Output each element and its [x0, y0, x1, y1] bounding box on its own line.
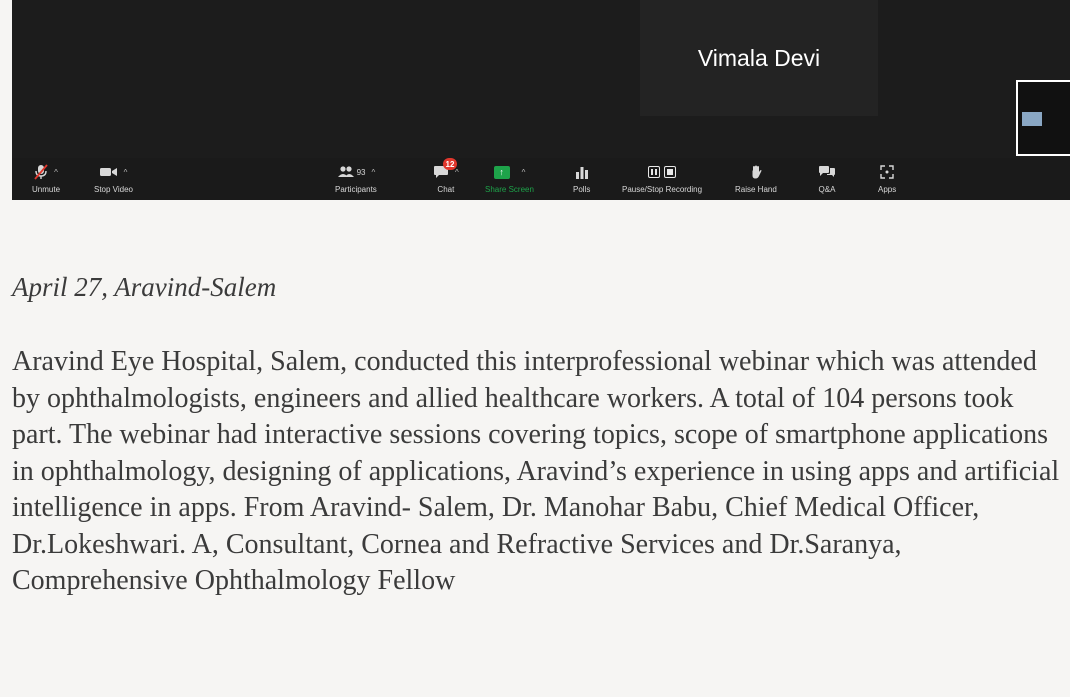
chevron-up-icon[interactable]: ^	[124, 168, 128, 177]
pause-stop-recording-button[interactable]: Pause/Stop Recording	[622, 162, 702, 200]
chat-label: Chat	[437, 185, 455, 194]
polls-button[interactable]: Polls	[573, 162, 590, 200]
muted-mic-icon	[34, 164, 48, 180]
raise-hand-label: Raise Hand	[735, 185, 777, 194]
chat-badge: 12	[443, 158, 457, 170]
participants-button[interactable]: 93 ^ Participants	[335, 162, 377, 200]
unmute-button[interactable]: ^ Unmute	[32, 162, 60, 200]
qa-icon	[819, 166, 835, 177]
thumbnail-image	[1022, 112, 1042, 126]
pause-icon[interactable]	[648, 166, 661, 178]
stop-video-button[interactable]: ^ Stop Video	[94, 162, 133, 200]
participants-count: 93	[356, 167, 366, 177]
raise-hand-button[interactable]: Raise Hand	[735, 162, 777, 200]
chevron-up-icon[interactable]: ^	[54, 168, 58, 177]
share-screen-icon: ↑	[493, 165, 510, 179]
participant-video-tile[interactable]: Vimala Devi	[640, 0, 878, 116]
participants-icon	[337, 166, 354, 177]
image-caption: April 27, Aravind-Salem	[12, 272, 277, 302]
stop-icon[interactable]	[664, 166, 677, 178]
article-body: Aravind Eye Hospital, Salem, conducted t…	[12, 346, 1060, 596]
zoom-meeting-screenshot: Vimala Devi ^ Unmute ^ Stop Video 93 ^ P…	[12, 0, 1070, 200]
chevron-up-icon[interactable]: ^	[522, 168, 526, 177]
qa-label: Q&A	[818, 185, 836, 194]
chevron-up-icon[interactable]: ^	[371, 168, 375, 177]
chevron-up-icon[interactable]: ^	[455, 168, 459, 177]
share-screen-label: Share Screen	[485, 185, 534, 194]
meeting-toolbar: ^ Unmute ^ Stop Video 93 ^ Participants …	[12, 158, 1070, 200]
polls-label: Polls	[573, 185, 591, 194]
participant-name: Vimala Devi	[697, 44, 821, 71]
apps-button[interactable]: Apps	[878, 162, 896, 200]
recording-label: Pause/Stop Recording	[622, 185, 703, 194]
raise-hand-icon	[752, 165, 762, 179]
self-view-thumbnail[interactable]	[1016, 80, 1070, 156]
share-screen-button[interactable]: ↑ ^ Share Screen	[485, 162, 534, 200]
stop-video-label: Stop Video	[94, 185, 133, 194]
apps-icon	[880, 165, 894, 179]
bar-chart-icon	[575, 166, 588, 179]
apps-label: Apps	[878, 185, 897, 194]
participants-label: Participants	[335, 185, 377, 194]
chat-button[interactable]: 12 ^ Chat	[433, 158, 459, 200]
unmute-label: Unmute	[32, 185, 61, 194]
qa-button[interactable]: Q&A	[818, 162, 836, 200]
video-camera-icon	[99, 168, 117, 176]
